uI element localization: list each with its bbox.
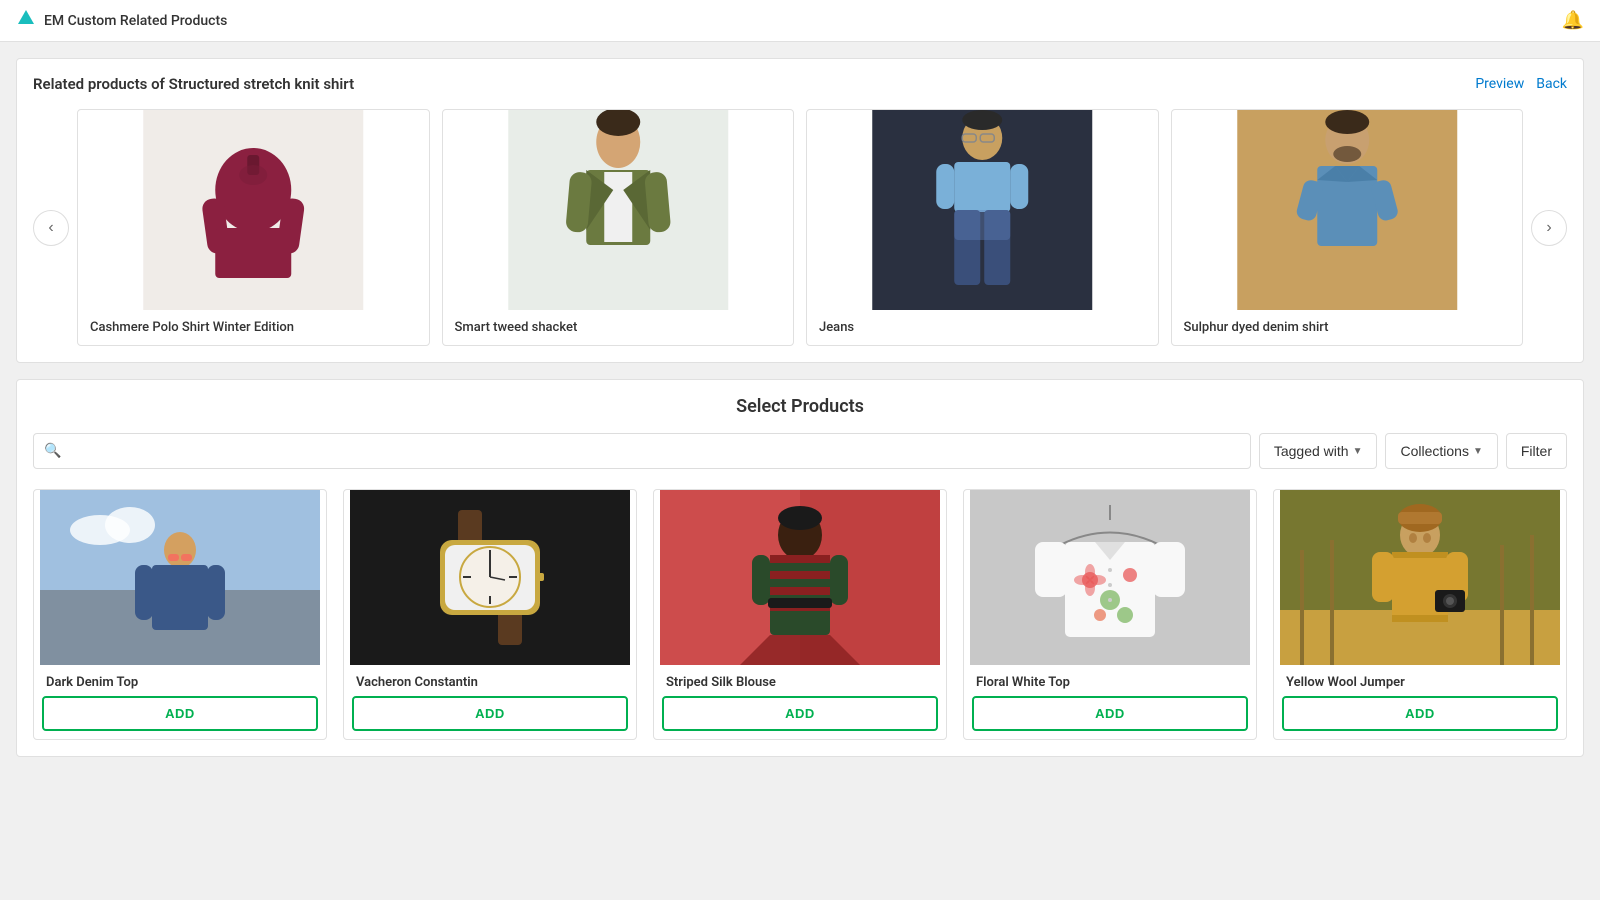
product-image [654,490,946,665]
logo-icon [16,8,36,33]
product-card: Vacheron Constantin ADD [343,489,637,740]
product-card: Yellow Wool Jumper ADD [1273,489,1567,740]
preview-link[interactable]: Preview [1475,76,1524,92]
product-image [78,110,429,310]
product-card: Floral White Top ADD [963,489,1257,740]
carousel-item-label: Cashmere Polo Shirt Winter Edition [78,310,429,345]
product-image [964,490,1256,665]
product-image [344,490,636,665]
filter-label: Filter [1521,443,1552,459]
add-button[interactable]: ADD [42,696,318,731]
top-bar: EM Custom Related Products 🔔 [0,0,1600,42]
search-icon: 🔍 [44,443,61,459]
top-bar-left: EM Custom Related Products [16,8,227,33]
carousel-prev-button[interactable]: ‹ [33,210,69,246]
select-products-title: Select Products [33,396,1567,417]
add-button[interactable]: ADD [1282,696,1558,731]
search-input[interactable] [69,443,1239,459]
tagged-with-button[interactable]: Tagged with ▼ [1259,433,1378,469]
tagged-with-label: Tagged with [1274,443,1349,459]
carousel-items: Cashmere Polo Shirt Winter Edition [69,109,1531,346]
product-name: Floral White Top [964,665,1256,696]
related-products-header: Related products of Structured stretch k… [33,75,1567,93]
tagged-with-dropdown-icon: ▼ [1353,446,1363,457]
search-box: 🔍 [33,433,1251,469]
carousel-next-button[interactable]: › [1531,210,1567,246]
main-content: Related products of Structured stretch k… [0,42,1600,773]
products-grid: Dark Denim Top ADD [33,489,1567,740]
product-image [1172,110,1523,310]
product-image [443,110,794,310]
product-image [807,110,1158,310]
product-name: Dark Denim Top [34,665,326,696]
collections-label: Collections [1400,443,1468,459]
carousel-item-label: Sulphur dyed denim shirt [1172,310,1523,345]
carousel-item: Sulphur dyed denim shirt [1171,109,1524,346]
search-filter-row: 🔍 Tagged with ▼ Collections ▼ Filter [33,433,1567,469]
product-name: Yellow Wool Jumper [1274,665,1566,696]
product-name: Vacheron Constantin [344,665,636,696]
carousel-wrapper: ‹ [33,109,1567,346]
select-products-card: Select Products 🔍 Tagged with ▼ Collecti… [16,379,1584,757]
product-card: Dark Denim Top ADD [33,489,327,740]
carousel-item: Cashmere Polo Shirt Winter Edition [77,109,430,346]
carousel-item-label: Jeans [807,310,1158,345]
product-name: Striped Silk Blouse [654,665,946,696]
related-products-title: Related products of Structured stretch k… [33,75,354,93]
app-title: EM Custom Related Products [44,13,227,29]
collections-button[interactable]: Collections ▼ [1385,433,1497,469]
carousel-item: Jeans [806,109,1159,346]
product-card: Striped Silk Blouse ADD [653,489,947,740]
product-image [1274,490,1566,665]
related-products-card: Related products of Structured stretch k… [16,58,1584,363]
product-image [34,490,326,665]
add-button[interactable]: ADD [352,696,628,731]
collections-dropdown-icon: ▼ [1473,446,1483,457]
add-button[interactable]: ADD [972,696,1248,731]
back-link[interactable]: Back [1536,76,1567,92]
filter-button[interactable]: Filter [1506,433,1567,469]
add-button[interactable]: ADD [662,696,938,731]
carousel-item-label: Smart tweed shacket [443,310,794,345]
carousel-item: Smart tweed shacket [442,109,795,346]
related-products-actions: Preview Back [1475,76,1567,92]
notification-icon[interactable]: 🔔 [1562,10,1584,31]
